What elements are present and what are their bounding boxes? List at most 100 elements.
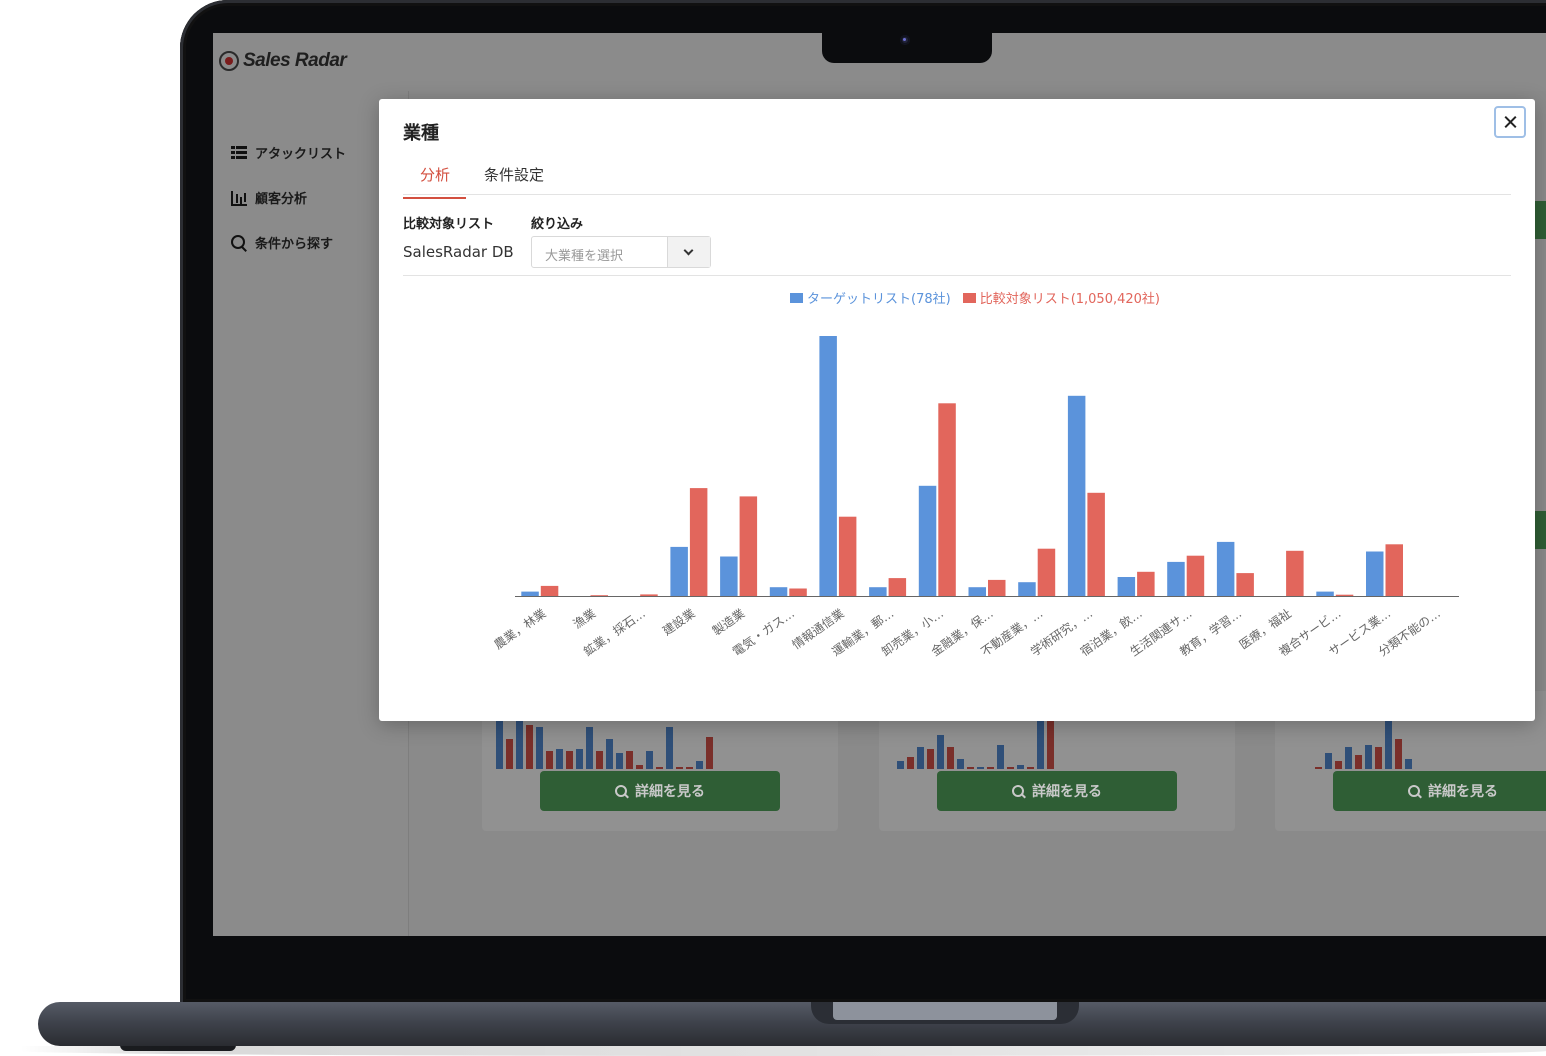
card-bars	[1315, 719, 1412, 769]
bar-target[interactable]	[819, 336, 837, 596]
bar-compare[interactable]	[1286, 550, 1304, 596]
x-tick-label: 宿泊業，飲…	[1077, 605, 1145, 659]
radar-logo-icon	[219, 51, 239, 71]
sidebar-item-label: 条件から探す	[255, 237, 334, 252]
bar-compare[interactable]	[540, 585, 559, 596]
search-icon	[1408, 785, 1420, 797]
bar-target[interactable]	[670, 546, 688, 596]
legend-label-target: ターゲットリスト(78社)	[807, 292, 951, 307]
legend-swatch-target	[790, 292, 803, 303]
bar-compare[interactable]	[1236, 573, 1254, 596]
details-button[interactable]: 詳細を見る	[540, 771, 780, 811]
bar-target[interactable]	[1316, 591, 1334, 596]
modal-title: 業種	[403, 123, 439, 144]
x-tick-label: 電気・ガス…	[729, 605, 797, 659]
bar-target[interactable]	[918, 485, 937, 596]
sidebar-item-label: アタックリスト	[255, 147, 347, 162]
sidebar-item-search-conditions[interactable]: 条件から探す	[231, 233, 333, 252]
bar-compare[interactable]	[590, 595, 609, 596]
bar-target[interactable]	[720, 556, 738, 597]
bar-compare[interactable]	[640, 594, 658, 596]
details-button[interactable]: 詳細を見る	[1333, 771, 1546, 811]
bar-compare[interactable]	[789, 588, 807, 597]
x-tick-label: 複合サービ…	[1276, 605, 1344, 659]
bar-compare[interactable]	[1385, 544, 1404, 596]
details-button-label: 詳細を見る	[1428, 784, 1498, 800]
camera-icon	[900, 35, 910, 45]
industry-select[interactable]: 大業種を選択	[531, 236, 711, 268]
x-tick-label: 卸売業，小…	[878, 605, 946, 659]
bar-target[interactable]	[521, 591, 539, 596]
legend-swatch-compare	[962, 292, 976, 303]
details-button[interactable]: 詳細を見る	[937, 771, 1177, 811]
card-bars	[496, 719, 713, 769]
x-tick-label: 医療，福祉	[1236, 605, 1294, 652]
sidebar-item-attack-list[interactable]: アタックリスト	[231, 143, 346, 162]
x-tick-label: 学術研究，…	[1028, 605, 1096, 659]
divider	[403, 275, 1511, 276]
bar-target[interactable]	[769, 587, 788, 596]
x-tick-label: 情報通信業	[790, 606, 847, 652]
x-tick-label: サービス業…	[1326, 606, 1393, 659]
x-tick-label: 金融業，保…	[928, 605, 996, 659]
bar-compare[interactable]	[1186, 555, 1205, 596]
compare-list-label: 比較対象リスト	[403, 217, 495, 232]
bar-target[interactable]	[869, 587, 887, 596]
bar-target[interactable]	[1067, 395, 1086, 596]
sidebar-item-label: 顧客分析	[255, 192, 308, 207]
details-button-label: 詳細を見る	[635, 784, 705, 800]
tab-analysis[interactable]: 分析	[403, 164, 467, 199]
legend-item-compare[interactable]: 比較対象リスト(1,050,420社)	[962, 288, 1160, 307]
laptop-base	[38, 1002, 1546, 1046]
search-icon	[615, 785, 627, 797]
camera-notch	[822, 26, 992, 63]
filter-label: 絞り込み	[531, 217, 584, 232]
logo-text: Sales Radar	[243, 50, 347, 71]
bar-chart-icon	[231, 190, 247, 206]
sidebar-item-customer-analysis[interactable]: 顧客分析	[231, 188, 307, 207]
x-tick-label: 運輸業，郵…	[829, 605, 897, 659]
search-icon	[231, 234, 247, 251]
compare-list-value: SalesRadar DB	[403, 243, 514, 261]
x-tick-label: 鉱業，採石…	[580, 605, 648, 659]
bar-target[interactable]	[1167, 561, 1185, 596]
bar-compare[interactable]	[1037, 548, 1056, 596]
laptop-shadow	[20, 1046, 1546, 1056]
x-tick-label: 教育，学習…	[1177, 605, 1245, 659]
tab-condition-settings[interactable]: 条件設定	[484, 164, 544, 197]
list-icon	[231, 144, 247, 161]
bar-compare[interactable]	[838, 516, 857, 596]
trackpad-notch	[811, 1002, 1079, 1024]
bar-target[interactable]	[1018, 582, 1036, 596]
chevron-down-icon[interactable]	[667, 237, 710, 267]
logo[interactable]: Sales Radar	[219, 50, 347, 72]
x-tick-label: 漁業	[571, 606, 599, 631]
bar-compare[interactable]	[739, 496, 758, 596]
x-tick-label: 生活関連サ…	[1127, 606, 1194, 659]
x-tick-label: 建設業	[660, 605, 698, 638]
bar-compare[interactable]	[1137, 571, 1155, 596]
industry-select-placeholder: 大業種を選択	[545, 249, 624, 264]
legend-item-target[interactable]: ターゲットリスト(78社)	[790, 288, 951, 307]
bar-target[interactable]	[1117, 577, 1136, 596]
x-tick-label: 不動産業，…	[978, 605, 1046, 659]
chart-legend: ターゲットリスト(78社) 比較対象リスト(1,050,420社)	[790, 288, 1160, 307]
search-icon	[1012, 785, 1024, 797]
bar-target[interactable]	[1216, 541, 1235, 596]
close-button[interactable]	[1494, 106, 1526, 138]
bar-target[interactable]	[968, 587, 987, 596]
legend-label-compare: 比較対象リスト(1,050,420社)	[979, 292, 1160, 307]
x-tick-label: 製造業	[710, 606, 748, 638]
bar-compare[interactable]	[938, 403, 956, 596]
bar-compare[interactable]	[988, 579, 1006, 596]
bar-compare[interactable]	[1335, 594, 1354, 596]
industry-modal: 業種 分析 条件設定 比較対象リスト 絞り込み SalesRadar DB 大業…	[379, 99, 1535, 721]
bar-compare[interactable]	[689, 488, 708, 596]
x-tick-label: 農業，林業	[491, 606, 548, 652]
bar-compare[interactable]	[1087, 492, 1105, 596]
bar-compare[interactable]	[888, 578, 907, 596]
x-tick-label: 分類不能の…	[1376, 606, 1443, 659]
tab-bar: 分析 条件設定	[403, 155, 1511, 199]
details-button-label: 詳細を見る	[1032, 784, 1102, 800]
bar-target[interactable]	[1366, 551, 1384, 597]
